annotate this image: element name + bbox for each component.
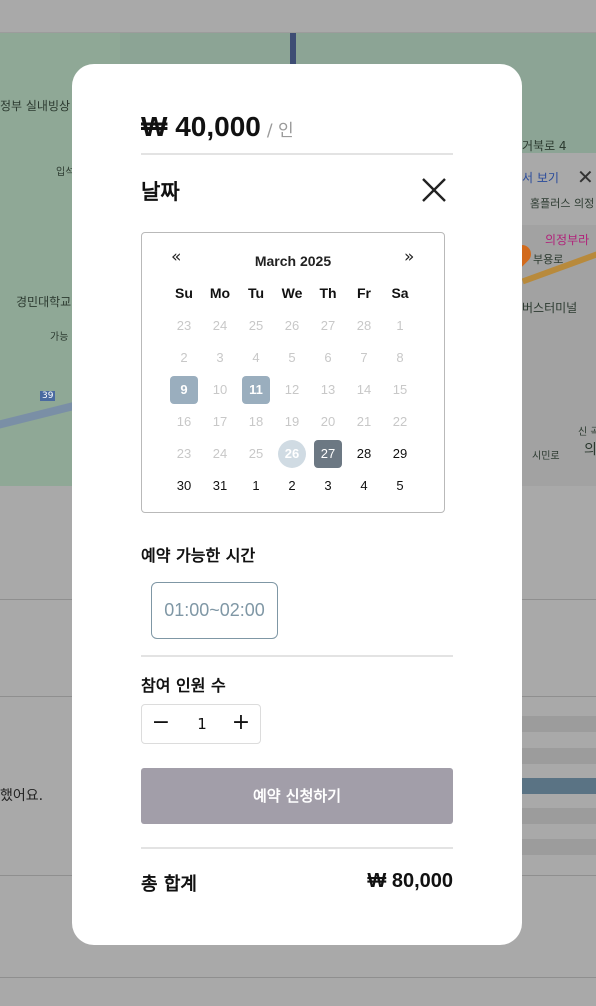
calendar-day: 25 (248, 446, 264, 461)
calendar-day: 6 (324, 350, 332, 365)
map-label: 경민대학교 (16, 295, 72, 309)
weekday-label: Th (319, 285, 337, 301)
calendar-day: 23 (176, 318, 192, 333)
calendar-day: 3 (216, 350, 224, 365)
divider (141, 655, 453, 657)
date-section-title: 날짜 (141, 180, 180, 204)
calendar-day[interactable]: 5 (386, 472, 414, 500)
weekday-label: Fr (357, 285, 371, 301)
calendar-day[interactable]: 26 (278, 440, 306, 468)
map-label: 정부 실내빙상 (0, 99, 71, 113)
background-block (520, 808, 596, 824)
calendar-day: 15 (392, 382, 408, 397)
calendar-day: 12 (284, 382, 300, 397)
weekday-label: Sa (391, 285, 409, 301)
map-label: 가능 (50, 332, 69, 343)
calendar-day: 24 (212, 446, 228, 461)
calendar-day[interactable]: 31 (206, 472, 234, 500)
calendar-day: 13 (320, 382, 336, 397)
divider (0, 977, 596, 978)
map-label: 거북로 4 (522, 139, 567, 153)
map-label: 의 (584, 442, 596, 458)
calendar-day: 4 (252, 350, 260, 365)
calendar-day: 14 (356, 382, 372, 397)
calendar: « March 2025 » Su Mo Tu We Th Fr Sa 23 24 25 26 27 2… (141, 232, 445, 513)
map-label: 부용로 (533, 253, 564, 266)
map-label: 버스터미널 (522, 301, 578, 315)
calendar-day: 1 (396, 318, 404, 333)
price-unit: / 인 (266, 121, 294, 141)
booking-modal: ₩ 40,000 / 인 날짜 « March 2025 » Su Mo Tu We T… (72, 64, 522, 945)
guest-count-value: 1 (197, 715, 207, 733)
calendar-day: 27 (320, 318, 336, 333)
decrement-button[interactable]: − (142, 705, 180, 743)
divider (141, 847, 453, 849)
calendar-day: 18 (248, 414, 264, 429)
calendar-day: 10 (212, 382, 228, 397)
calendar-day[interactable]: 4 (350, 472, 378, 500)
guest-count-stepper: − 1 + (141, 704, 261, 744)
map-info-card[interactable] (520, 153, 596, 225)
calendar-day[interactable]: 11 (242, 376, 270, 404)
calendar-day: 20 (320, 414, 336, 429)
close-icon[interactable] (420, 176, 448, 204)
calendar-day: 21 (356, 414, 372, 429)
calendar-day[interactable]: 9 (170, 376, 198, 404)
calendar-day: 25 (248, 318, 264, 333)
background-block (520, 778, 596, 794)
price-per-person: ₩ 40,000 (141, 111, 261, 142)
weekday-label: Mo (209, 285, 231, 301)
background-block (520, 839, 596, 855)
next-month-button[interactable]: » (404, 247, 414, 267)
map-label: 시민로 (532, 451, 560, 462)
page-header (0, 0, 596, 33)
calendar-day: 8 (396, 350, 404, 365)
calendar-day: 7 (360, 350, 368, 365)
calendar-day[interactable]: 27 (314, 440, 342, 468)
weekday-label: Su (175, 285, 193, 301)
reserve-button[interactable]: 예약 신청하기 (141, 768, 453, 824)
calendar-day: 26 (284, 318, 300, 333)
calendar-day[interactable]: 2 (278, 472, 306, 500)
close-icon[interactable]: ✕ (577, 165, 594, 189)
total-value: ₩ 80,000 (367, 870, 453, 892)
time-slot-button[interactable]: 01:00~02:00 (151, 582, 278, 639)
calendar-day: 17 (212, 414, 228, 429)
map-label: 의정부라 (545, 233, 590, 247)
calendar-day[interactable]: 30 (170, 472, 198, 500)
calendar-day: 5 (288, 350, 296, 365)
calendar-day: 24 (212, 318, 228, 333)
calendar-day: 2 (180, 350, 188, 365)
increment-button[interactable]: + (222, 705, 260, 743)
calendar-day: 22 (392, 414, 408, 429)
weekday-label: Tu (247, 285, 265, 301)
map-link[interactable]: 서 보기 (522, 169, 559, 186)
calendar-day: 19 (284, 414, 300, 429)
calendar-day[interactable]: 28 (350, 440, 378, 468)
weekday-label: We (281, 285, 303, 301)
calendar-day[interactable]: 1 (242, 472, 270, 500)
background-block (520, 748, 596, 764)
total-label: 총 합계 (141, 874, 197, 895)
map-label: 신 곡 (578, 427, 596, 438)
map-label: 홈플러스 의정 (530, 197, 595, 210)
background-text: 했어요. (0, 788, 44, 804)
calendar-day: 28 (356, 318, 372, 333)
guests-section-title: 참여 인원 수 (141, 676, 226, 695)
calendar-day[interactable]: 29 (386, 440, 414, 468)
calendar-day: 16 (176, 414, 192, 429)
calendar-month-label: March 2025 (254, 253, 332, 269)
calendar-day: 23 (176, 446, 192, 461)
price-row: ₩ 40,000 / 인 (141, 111, 294, 143)
calendar-day[interactable]: 3 (314, 472, 342, 500)
divider (141, 153, 453, 155)
background-block (520, 716, 596, 732)
time-section-title: 예약 가능한 시간 (141, 546, 256, 565)
map-route-badge: 39 (40, 391, 56, 401)
